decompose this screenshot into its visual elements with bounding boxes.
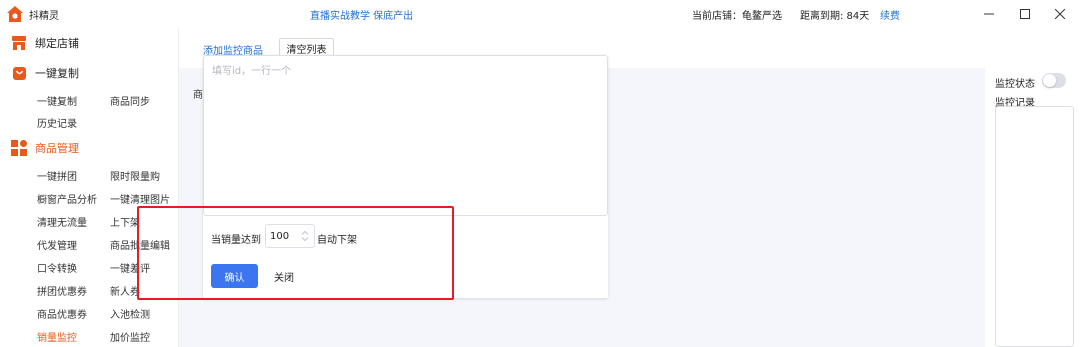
auto-offshelf-label: 自动下架 [317, 235, 357, 246]
maximize-button[interactable] [1014, 4, 1036, 24]
minimize-button[interactable] [978, 4, 1000, 24]
shopping-bag-icon [11, 65, 27, 81]
sidebar-item-label: 商品管理 [35, 142, 79, 155]
sidebar-subitem[interactable]: 清理无流量 [37, 214, 87, 229]
current-store-label: 当前店铺：龟鳌严选 [692, 11, 782, 22]
sidebar-subitem[interactable]: 一键复制 [37, 93, 77, 108]
grid-icon [11, 140, 27, 156]
monitor-status-label: 监控状态 [995, 79, 1035, 90]
stepper-arrows-icon[interactable] [299, 230, 311, 242]
app-logo-icon [6, 5, 24, 23]
sidebar-subitem[interactable]: 代发管理 [37, 237, 77, 252]
sidebar-subitem[interactable]: 商品优惠券 [37, 306, 87, 321]
sidebar-subitem-sales-monitor[interactable]: 销量监控 [37, 329, 77, 344]
monitor-status-toggle[interactable] [1042, 73, 1066, 88]
monitor-log-box[interactable] [995, 106, 1074, 347]
product-id-input[interactable] [204, 56, 607, 215]
sidebar-subitem[interactable]: 一键拼团 [37, 168, 77, 183]
close-button[interactable]: 关闭 [266, 264, 302, 288]
product-label: 商 [193, 90, 203, 101]
sidebar-subitem[interactable]: 商品同步 [110, 93, 150, 108]
sidebar-subitem[interactable]: 新人券 [110, 283, 140, 298]
sidebar-item-label: 绑定店铺 [35, 37, 79, 50]
confirm-button[interactable]: 确认 [211, 264, 258, 288]
sidebar-subitem[interactable]: 拼团优惠券 [37, 283, 87, 298]
product-id-textarea-wrap [203, 55, 608, 216]
maximize-icon [1020, 9, 1030, 19]
close-window-button[interactable] [1049, 4, 1071, 24]
renew-link[interactable]: 续费 [880, 7, 900, 22]
expire-label: 距离到期: 84天 [800, 11, 870, 22]
sidebar-subitem[interactable]: 橱窗产品分析 [37, 191, 97, 206]
store-icon [11, 35, 27, 51]
toggle-knob [1043, 74, 1056, 87]
sidebar-subitem[interactable]: 一键差评 [110, 260, 150, 275]
title-bar: 抖精灵 直播实战教学 保底产出 当前店铺：龟鳌严选 距离到期: 84天 续费 [0, 0, 1080, 28]
sidebar-subitem[interactable]: 商品批量编辑 [110, 237, 170, 252]
sidebar-subitem[interactable]: 入池检测 [110, 306, 150, 321]
sidebar-item-one-click-copy[interactable]: 一键复制 [11, 65, 79, 81]
sidebar-item-bind-store[interactable]: 绑定店铺 [11, 35, 79, 51]
sidebar-subitem[interactable]: 一键清理图片 [110, 191, 170, 206]
close-icon [1055, 9, 1065, 19]
sidebar-subitem[interactable]: 上下架 [110, 214, 140, 229]
sidebar-item-product-mgmt[interactable]: 商品管理 [11, 140, 79, 156]
sidebar-subitem[interactable]: 加价监控 [110, 329, 150, 344]
minimize-icon [984, 13, 994, 15]
sidebar-subitem[interactable]: 限时限量购 [110, 168, 160, 183]
sidebar-subitem[interactable]: 口令转换 [37, 260, 77, 275]
sales-threshold-stepper[interactable]: 100 [265, 224, 315, 248]
sales-threshold-value: 100 [270, 230, 290, 242]
threshold-prefix-label: 当销量达到 [211, 235, 261, 246]
promo-link[interactable]: 直播实战教学 保底产出 [310, 7, 413, 22]
sidebar-subitem[interactable]: 历史记录 [37, 115, 77, 130]
app-window: 抖精灵 直播实战教学 保底产出 当前店铺：龟鳌严选 距离到期: 84天 续费 绑… [0, 0, 1080, 347]
app-title: 抖精灵 [29, 11, 59, 22]
sidebar-item-label: 一键复制 [35, 67, 79, 80]
